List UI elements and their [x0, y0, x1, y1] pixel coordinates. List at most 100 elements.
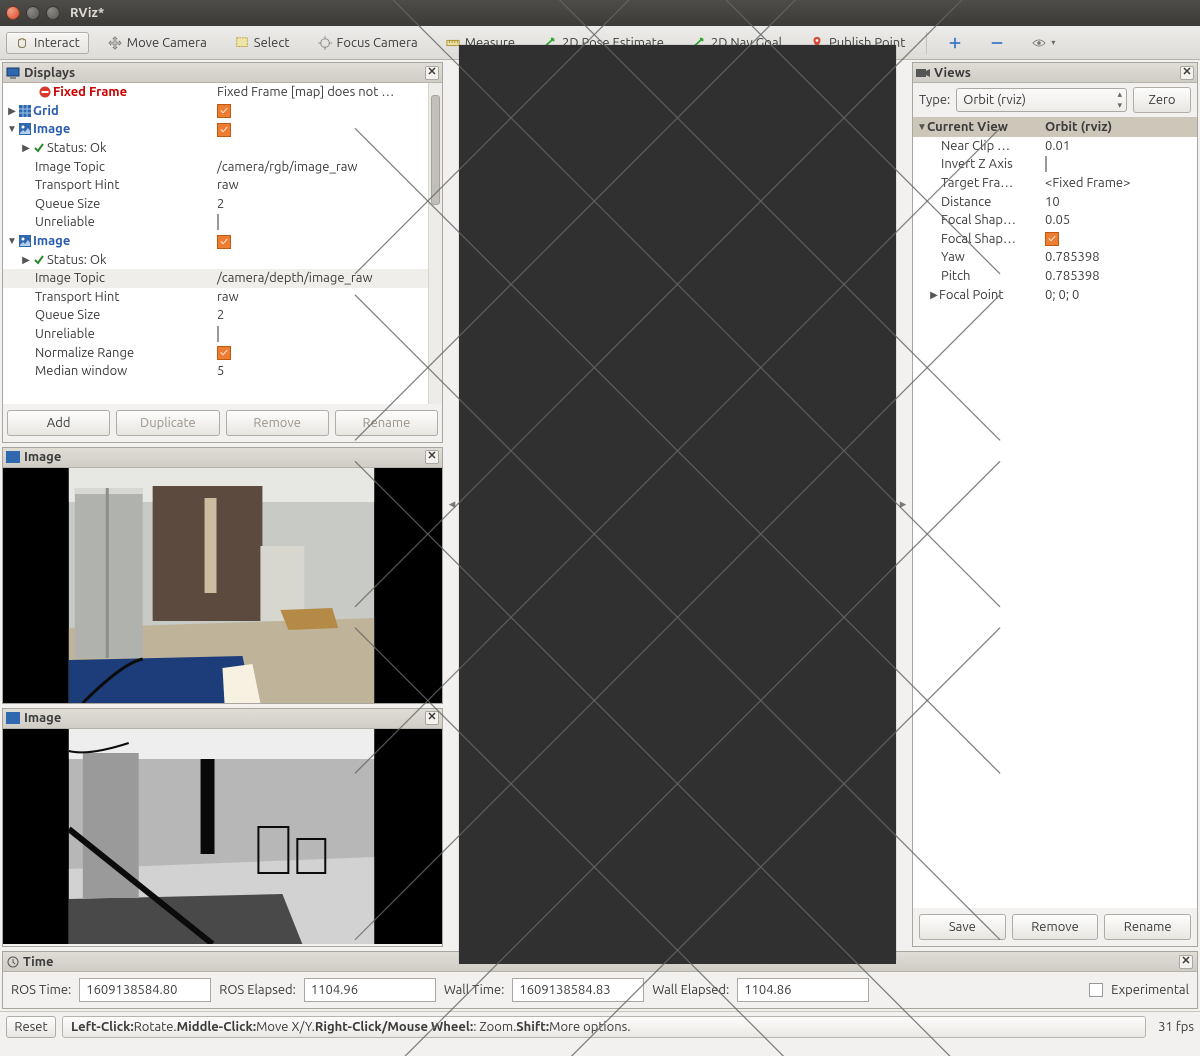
window-maximize-button[interactable]: [46, 6, 60, 20]
fixed-frame-label: Fixed Frame: [53, 85, 127, 99]
close-panel-button[interactable]: ✕: [1179, 955, 1193, 969]
image2-queue-value[interactable]: 2: [217, 308, 442, 322]
ros-time-input[interactable]: [79, 978, 211, 1002]
image2-topic-value[interactable]: /camera/depth/image_raw: [217, 271, 442, 285]
displays-tree[interactable]: Fixed Frame Fixed Frame [map] does not ……: [3, 83, 442, 381]
focal-shape-size-value[interactable]: 0.05: [1041, 213, 1197, 227]
reset-button[interactable]: Reset: [6, 1016, 56, 1038]
collapse-icon[interactable]: ▼: [917, 121, 927, 133]
ros-elapsed-label: ROS Elapsed:: [219, 983, 296, 997]
fps-label: 31 fps: [1152, 1020, 1194, 1034]
image1-unreliable-checkbox[interactable]: [217, 214, 219, 230]
image2-normalize-checkbox[interactable]: ✓: [217, 346, 231, 360]
interact-button[interactable]: Interact: [6, 32, 89, 54]
image1-label[interactable]: Image: [33, 122, 70, 136]
pitch-value[interactable]: 0.785398: [1041, 269, 1197, 283]
close-panel-button[interactable]: ✕: [425, 450, 439, 464]
image1-queue-value[interactable]: 2: [217, 197, 442, 211]
grid-label[interactable]: Grid: [33, 104, 59, 118]
dropdown-icon: ▴▾: [1117, 89, 1122, 111]
invert-z-checkbox[interactable]: [1045, 156, 1047, 172]
image-rgb-panel: Image ✕: [2, 447, 443, 704]
add-button[interactable]: Add: [7, 410, 110, 436]
image-icon: [17, 235, 33, 247]
image-icon: [6, 451, 20, 463]
move-camera-button[interactable]: Move Camera: [99, 32, 216, 54]
panel-header[interactable]: Image ✕: [3, 709, 442, 729]
zero-button[interactable]: Zero: [1133, 87, 1191, 113]
grid-icon: [17, 105, 33, 117]
ros-elapsed-input[interactable]: [304, 978, 436, 1002]
focal-shape-fixed-checkbox[interactable]: ✓: [1045, 232, 1059, 246]
remove-button[interactable]: Remove: [226, 410, 329, 436]
image1-transport-value[interactable]: raw: [217, 178, 442, 192]
remove-tool-button[interactable]: [981, 32, 1013, 54]
experimental-label: Experimental: [1111, 983, 1189, 997]
image2-checkbox[interactable]: ✓: [217, 235, 231, 249]
ros-time-label: ROS Time:: [11, 983, 71, 997]
close-panel-button[interactable]: ✕: [425, 711, 439, 725]
window-minimize-button[interactable]: [26, 6, 40, 20]
image1-topic-value[interactable]: /camera/rgb/image_raw: [217, 160, 442, 174]
fixed-frame-value[interactable]: Fixed Frame [map] does not …: [217, 85, 442, 99]
expand-icon[interactable]: ▶: [21, 142, 31, 154]
ok-icon: [31, 142, 47, 154]
camera-icon: [916, 67, 930, 79]
clock-icon: [7, 956, 19, 968]
remove-view-button[interactable]: Remove: [1012, 914, 1099, 940]
panel-header[interactable]: Image ✕: [3, 448, 442, 468]
type-label: Type:: [919, 93, 950, 107]
ok-icon: [31, 254, 47, 266]
minus-icon: [990, 36, 1004, 50]
duplicate-button[interactable]: Duplicate: [116, 410, 219, 436]
experimental-checkbox[interactable]: [1089, 983, 1103, 997]
close-panel-button[interactable]: ✕: [1180, 66, 1194, 80]
views-panel: Views ✕ Type: Orbit (rviz)▴▾ Zero ▼Curre…: [912, 62, 1198, 947]
collapse-icon[interactable]: ▼: [7, 123, 17, 135]
image-depth-panel: Image ✕: [2, 708, 443, 947]
crosshair-icon: [318, 36, 332, 50]
close-panel-button[interactable]: ✕: [425, 66, 439, 80]
expand-icon[interactable]: ▶: [21, 254, 31, 266]
image-icon: [6, 712, 20, 724]
focal-point-value[interactable]: 0; 0; 0: [1041, 288, 1197, 302]
image-icon: [17, 123, 33, 135]
image2-label[interactable]: Image: [33, 234, 70, 248]
distance-value[interactable]: 10: [1041, 195, 1197, 209]
error-icon: [37, 86, 53, 98]
rename-view-button[interactable]: Rename: [1104, 914, 1191, 940]
move-icon: [108, 36, 122, 50]
collapse-icon[interactable]: ▼: [7, 235, 17, 247]
save-view-button[interactable]: Save: [919, 914, 1006, 940]
yaw-value[interactable]: 0.785398: [1041, 250, 1197, 264]
image2-unreliable-checkbox[interactable]: [217, 326, 219, 342]
grid-checkbox[interactable]: ✓: [217, 104, 231, 118]
add-tool-button[interactable]: [939, 32, 971, 54]
wall-elapsed-input[interactable]: [737, 978, 869, 1002]
view-menu-button[interactable]: ▾: [1023, 32, 1064, 54]
focus-camera-button[interactable]: Focus Camera: [309, 32, 427, 54]
wall-time-label: Wall Time:: [444, 983, 505, 997]
select-button[interactable]: Select: [226, 32, 299, 54]
select-icon: [235, 36, 249, 50]
panel-header[interactable]: Displays ✕: [3, 63, 442, 83]
image2-median-value[interactable]: 5: [217, 364, 442, 378]
views-tree[interactable]: ▼Current ViewOrbit (rviz) Near Clip …0.0…: [913, 117, 1197, 908]
depth-image-view[interactable]: [3, 729, 442, 944]
near-clip-value[interactable]: 0.01: [1041, 139, 1197, 153]
eye-icon: [1032, 36, 1046, 50]
image2-transport-value[interactable]: raw: [217, 290, 442, 304]
target-frame-value[interactable]: <Fixed Frame>: [1041, 176, 1197, 190]
expand-icon[interactable]: ▶: [929, 289, 939, 301]
3d-viewport[interactable]: [459, 45, 896, 964]
status-ok: Status: Ok: [47, 253, 107, 267]
monitor-icon: [6, 67, 20, 79]
wall-time-input[interactable]: [512, 978, 644, 1002]
expand-icon[interactable]: ▶: [7, 105, 17, 117]
dropdown-icon: ▾: [1051, 38, 1055, 47]
rename-button[interactable]: Rename: [335, 410, 438, 436]
view-type-combo[interactable]: Orbit (rviz)▴▾: [956, 88, 1127, 112]
image1-checkbox[interactable]: ✓: [217, 123, 231, 137]
window-close-button[interactable]: [6, 6, 20, 20]
panel-header[interactable]: Views ✕: [913, 63, 1197, 83]
